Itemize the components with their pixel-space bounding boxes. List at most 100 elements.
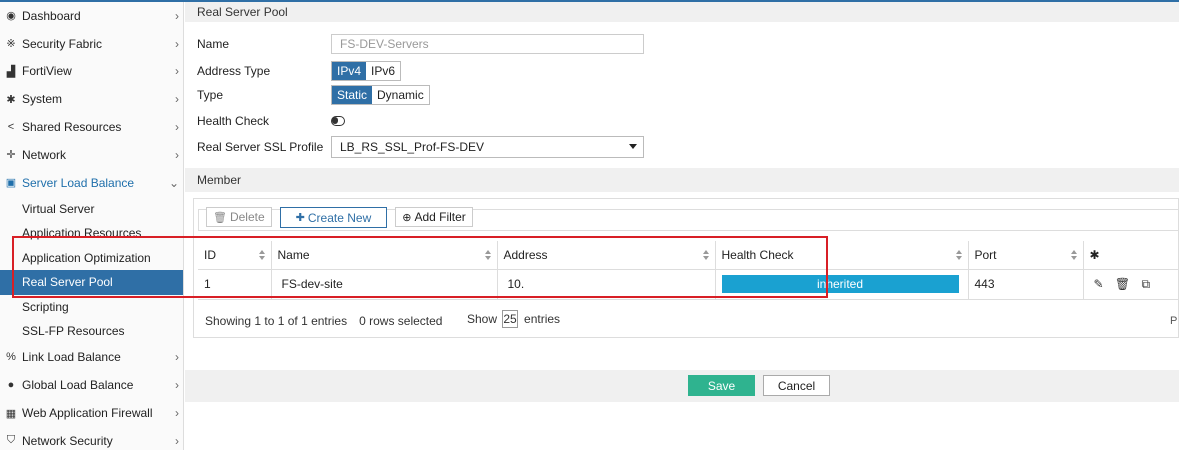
column-header-port[interactable]: Port	[968, 241, 1084, 270]
page-size-input[interactable]: 25	[502, 310, 519, 328]
sidebar-subitem-application-resources[interactable]: Application Resources	[0, 221, 183, 246]
entries-label: entries	[524, 312, 561, 326]
create-new-button[interactable]: ✚ Create New	[279, 207, 388, 228]
link-icon: %	[6, 351, 16, 364]
ipv6-option[interactable]: IPv6	[366, 62, 401, 80]
ssl-profile-row: Real Server SSL Profile LB_RS_SSL_Prof-F…	[197, 136, 644, 158]
address-type-label: Address Type	[197, 64, 271, 78]
health-check-badge: inherited	[721, 275, 959, 293]
sidebar: ◉ Dashboard › ※ Security Fabric › ▟ Fort…	[0, 2, 184, 450]
column-settings[interactable]: ✱	[1083, 241, 1179, 270]
chevron-right-icon: ›	[175, 433, 179, 448]
sidebar-item-security-fabric[interactable]: ※ Security Fabric ›	[0, 30, 183, 58]
sidebar-item-system[interactable]: ✱ System ›	[0, 85, 183, 113]
dashboard-icon: ◉	[6, 10, 16, 23]
sidebar-subitem-ssl-fp-resources[interactable]: SSL-FP Resources	[0, 319, 183, 344]
sidebar-item-label: Security Fabric	[22, 36, 103, 51]
sidebar-subitem-real-server-pool[interactable]: Real Server Pool	[0, 270, 183, 295]
table-footer-info: Showing 1 to 1 of 1 entries 0 rows selec…	[205, 314, 442, 328]
add-filter-button[interactable]: ⊕ Add Filter	[395, 207, 473, 227]
name-label: Name	[197, 37, 230, 51]
firewall-icon: ▦	[5, 407, 17, 420]
chevron-right-icon: ›	[175, 8, 179, 23]
show-label: Show	[467, 312, 498, 326]
add-filter-label: Add Filter	[414, 210, 466, 224]
sidebar-item-fortiview[interactable]: ▟ FortiView ›	[0, 58, 183, 86]
sidebar-item-web-application-firewall[interactable]: ▦ Web Application Firewall ›	[0, 399, 183, 427]
delete-button[interactable]: 🗑 Delete	[206, 207, 272, 227]
network-icon: ✛	[6, 149, 16, 162]
ipv4-option[interactable]: IPv4	[332, 62, 367, 80]
table-row[interactable]: 1 FS-dev-site 10. inherited 443 ✎ 🗑 ⧉	[198, 269, 1179, 300]
trash-icon[interactable]: 🗑	[1115, 277, 1130, 291]
chevron-right-icon: ›	[175, 36, 179, 51]
sidebar-item-label: FortiView	[22, 64, 72, 79]
sidebar-item-dashboard[interactable]: ◉ Dashboard ›	[0, 2, 183, 30]
sidebar-subitem-scripting[interactable]: Scripting	[0, 295, 183, 320]
sidebar-item-label: Server Load Balance	[22, 175, 135, 190]
security-fabric-icon: ※	[6, 38, 16, 51]
server-load-balance-icon: ▣	[5, 177, 17, 190]
type-label: Type	[197, 88, 224, 102]
static-option[interactable]: Static	[332, 86, 373, 104]
create-new-label: Create New	[307, 210, 372, 225]
chevron-right-icon: ›	[175, 92, 179, 107]
plus-icon: ✚	[295, 212, 305, 224]
cancel-button[interactable]: Cancel	[763, 375, 830, 396]
chevron-right-icon: ›	[175, 378, 179, 393]
clone-icon[interactable]: ⧉	[1141, 277, 1150, 292]
sidebar-item-global-load-balance[interactable]: ● Global Load Balance ›	[0, 371, 183, 399]
sidebar-item-shared-resources[interactable]: < Shared Resources ›	[0, 113, 183, 141]
cell-port: 443	[968, 269, 1084, 300]
main-content: Real Server Pool Name FS-DEV-Servers Add…	[185, 2, 1179, 450]
delete-label: Delete	[229, 210, 265, 224]
sidebar-item-server-load-balance[interactable]: ▣ Server Load Balance ⌄	[0, 169, 183, 197]
sort-icon	[1070, 250, 1077, 260]
ssl-profile-select[interactable]: LB_RS_SSL_Prof-FS-DEV	[331, 136, 644, 158]
sort-icon	[702, 250, 709, 260]
column-header-name[interactable]: Name	[271, 241, 498, 270]
sidebar-subitem-virtual-server[interactable]: Virtual Server	[0, 197, 183, 222]
trash-icon: 🗑	[213, 211, 227, 224]
gear-icon[interactable]: ✱	[1090, 248, 1100, 262]
add-circle-icon: ⊕	[402, 211, 412, 224]
dynamic-option[interactable]: Dynamic	[372, 86, 429, 104]
gear-icon: ✱	[6, 93, 16, 106]
sidebar-item-label: Web Application Firewall	[22, 406, 153, 421]
address-type-row: Address Type IPv4 IPv6	[197, 60, 402, 82]
member-toolbar: 🗑 Delete ✚ Create New ⊕ Add Filter	[206, 207, 473, 229]
sidebar-item-label: Link Load Balance	[22, 350, 121, 365]
member-table: ID Name Address Health Check Port ✱ 1 FS…	[198, 241, 1179, 300]
cell-health-check: inherited	[715, 269, 969, 300]
shield-icon: ⛉	[6, 434, 16, 447]
cell-name: FS-dev-site	[271, 269, 498, 300]
sidebar-item-label: Network	[22, 147, 67, 162]
sort-icon	[484, 250, 491, 260]
chevron-down-icon: ⌄	[168, 175, 179, 190]
action-bar	[185, 370, 1179, 402]
type-row: Type Static Dynamic	[197, 84, 430, 106]
sidebar-item-network-security[interactable]: ⛉ Network Security ›	[0, 427, 183, 450]
name-row: Name FS-DEV-Servers	[197, 33, 644, 55]
sidebar-item-label: Dashboard	[22, 8, 81, 23]
health-check-toggle[interactable]	[331, 116, 345, 126]
save-button[interactable]: Save	[688, 375, 755, 396]
edit-icon[interactable]: ✎	[1094, 277, 1104, 291]
health-check-row: Health Check	[197, 110, 345, 132]
sidebar-subitem-application-optimization[interactable]: Application Optimization	[0, 246, 183, 271]
ssl-profile-value: LB_RS_SSL_Prof-FS-DEV	[340, 140, 485, 154]
cell-id: 1	[198, 269, 272, 300]
address-type-toggle: IPv4 IPv6	[331, 61, 402, 81]
sidebar-item-network[interactable]: ✛ Network ›	[0, 141, 183, 169]
rows-selected: 0 rows selected	[359, 314, 443, 328]
fortiview-icon: ▟	[6, 65, 16, 78]
name-field[interactable]: FS-DEV-Servers	[331, 34, 644, 54]
page-title: Real Server Pool	[185, 2, 1179, 22]
column-header-address[interactable]: Address	[497, 241, 716, 270]
table-header-row: ID Name Address Health Check Port ✱	[198, 241, 1179, 270]
caret-down-icon	[629, 144, 637, 149]
globe-icon: ●	[7, 379, 15, 392]
sidebar-item-link-load-balance[interactable]: % Link Load Balance ›	[0, 344, 183, 372]
column-header-id[interactable]: ID	[198, 241, 272, 270]
column-header-health-check[interactable]: Health Check	[715, 241, 969, 270]
